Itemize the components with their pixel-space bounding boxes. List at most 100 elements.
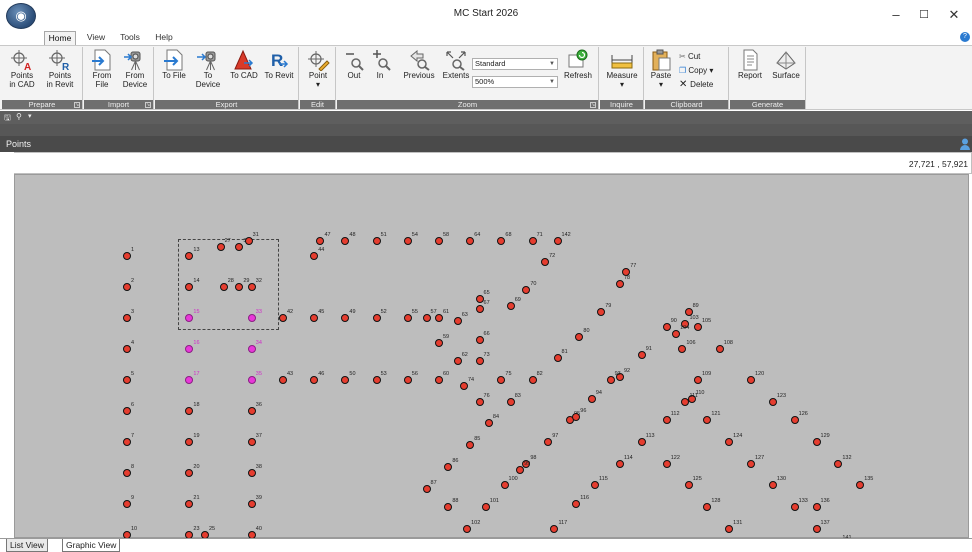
survey-point[interactable] [678, 345, 687, 353]
survey-point[interactable] [662, 416, 671, 425]
survey-point[interactable] [768, 397, 777, 406]
delete-button[interactable]: ✕ Delete [679, 79, 713, 90]
survey-point[interactable] [497, 376, 506, 384]
zoom-in-button[interactable]: In [369, 49, 391, 80]
survey-point[interactable] [516, 465, 525, 474]
survey-point[interactable] [185, 407, 194, 415]
survey-point[interactable] [310, 314, 319, 322]
zoom-style-select[interactable]: Standard ▼ [472, 58, 558, 70]
survey-point[interactable] [463, 524, 472, 533]
survey-point[interactable] [662, 459, 671, 468]
from-file-button[interactable]: From File [87, 49, 117, 89]
survey-point[interactable] [247, 314, 256, 322]
survey-point[interactable] [615, 279, 624, 288]
survey-point[interactable] [528, 376, 537, 384]
survey-point[interactable] [597, 307, 606, 316]
survey-point[interactable] [185, 376, 194, 384]
survey-point[interactable] [123, 438, 131, 446]
survey-point[interactable] [522, 286, 531, 295]
survey-point[interactable] [587, 394, 596, 403]
survey-point[interactable] [550, 524, 559, 533]
survey-point[interactable] [185, 438, 194, 446]
survey-point[interactable] [422, 314, 431, 322]
survey-point[interactable] [606, 376, 615, 384]
survey-point[interactable] [615, 459, 624, 468]
survey-point[interactable] [219, 283, 228, 291]
to-device-button[interactable]: To Device [193, 49, 223, 89]
survey-point[interactable] [341, 314, 350, 322]
close-button[interactable]: ✕ [940, 5, 968, 25]
tab-list-view[interactable]: List View [6, 539, 48, 552]
survey-point[interactable] [500, 481, 509, 490]
survey-point[interactable] [123, 283, 131, 291]
survey-point[interactable] [812, 438, 821, 446]
zoom-out-button[interactable]: Out [341, 49, 367, 80]
zoom-extents-button[interactable]: Extents [441, 49, 471, 80]
survey-point[interactable] [637, 438, 646, 446]
cut-button[interactable]: ✂ Cut [679, 51, 700, 62]
survey-point[interactable] [435, 236, 443, 245]
to-cad-button[interactable]: To CAD [227, 49, 261, 80]
from-device-button[interactable]: From Device [118, 49, 152, 89]
graphic-canvas[interactable]: 1234567891011121314151617181920212324252… [14, 174, 969, 552]
survey-point[interactable] [475, 335, 484, 344]
survey-point[interactable] [453, 317, 462, 326]
tab-graphic-view[interactable]: Graphic View [62, 539, 121, 552]
measure-button[interactable]: Measure ▾ [602, 49, 642, 89]
survey-point[interactable] [703, 503, 712, 512]
survey-point[interactable] [310, 252, 319, 260]
survey-point[interactable] [591, 481, 599, 490]
survey-point[interactable] [506, 301, 515, 310]
survey-point[interactable] [123, 407, 131, 415]
qat-dropdown-icon[interactable]: ▾ [28, 112, 32, 120]
zoom-launcher-icon[interactable]: ↘ [590, 102, 596, 108]
survey-point[interactable] [123, 345, 131, 353]
survey-point[interactable] [444, 462, 453, 471]
survey-point[interactable] [834, 459, 843, 468]
help-icon[interactable]: ? [960, 32, 970, 42]
survey-point[interactable] [528, 236, 537, 245]
survey-point[interactable] [553, 236, 562, 245]
survey-point[interactable] [341, 376, 350, 384]
survey-point[interactable] [279, 376, 287, 384]
survey-point[interactable] [341, 236, 350, 245]
survey-point[interactable] [123, 376, 131, 384]
survey-point[interactable] [541, 258, 550, 267]
survey-point[interactable] [372, 376, 381, 384]
survey-point[interactable] [459, 382, 468, 391]
survey-point[interactable] [123, 252, 131, 260]
survey-point[interactable] [435, 338, 443, 347]
survey-point[interactable] [185, 345, 194, 353]
to-revit-button[interactable]: R To Revit [261, 49, 297, 80]
survey-point[interactable] [790, 416, 799, 425]
survey-point[interactable] [637, 351, 646, 360]
survey-point[interactable] [403, 236, 412, 245]
survey-point[interactable] [247, 469, 256, 477]
prepare-launcher-icon[interactable]: ↘ [74, 102, 80, 108]
survey-point[interactable] [279, 314, 287, 322]
survey-point[interactable] [216, 242, 225, 251]
zoom-level-select[interactable]: 500% ▼ [472, 76, 558, 88]
survey-point[interactable] [235, 242, 244, 251]
survey-point[interactable] [403, 376, 412, 384]
survey-point[interactable] [856, 481, 865, 490]
survey-point[interactable] [725, 438, 734, 446]
survey-point[interactable] [247, 407, 256, 415]
survey-point[interactable] [435, 314, 443, 322]
to-file-button[interactable]: To File [157, 49, 191, 80]
survey-point[interactable] [481, 503, 490, 512]
survey-point[interactable] [466, 441, 475, 450]
survey-point[interactable] [310, 376, 319, 384]
import-launcher-icon[interactable]: ↘ [145, 102, 151, 108]
survey-point[interactable] [662, 323, 671, 332]
refresh-button[interactable]: Refresh [561, 49, 595, 80]
points-in-revit-button[interactable]: R Points in Revit [42, 49, 78, 89]
zoom-previous-button[interactable]: Previous [401, 49, 437, 80]
survey-point[interactable] [693, 376, 702, 384]
points-in-cad-button[interactable]: A Points in CAD [4, 49, 40, 89]
survey-point[interactable] [247, 376, 256, 384]
survey-point[interactable] [123, 469, 131, 477]
survey-point[interactable] [244, 236, 253, 245]
tab-tools[interactable]: Tools [116, 31, 144, 45]
survey-point[interactable] [553, 354, 562, 363]
